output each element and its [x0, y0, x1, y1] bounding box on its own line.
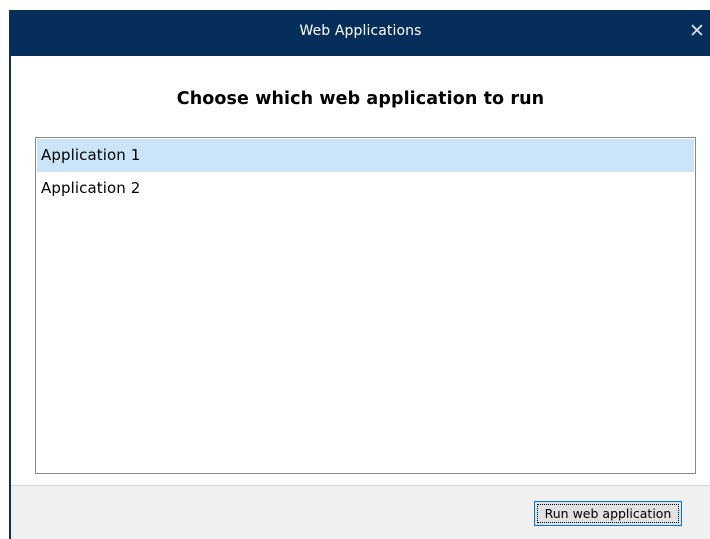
web-applications-dialog: Web Applications ✕ Choose which web appl… — [9, 10, 710, 539]
close-icon[interactable]: ✕ — [688, 22, 706, 42]
list-item-application-2[interactable]: Application 2 — [37, 172, 694, 205]
title-bar: Web Applications ✕ — [11, 10, 710, 56]
window-title: Web Applications — [299, 23, 422, 39]
dialog-heading: Choose which web application to run — [176, 89, 545, 109]
dialog-footer: Run web application — [11, 485, 710, 539]
list-item-application-1[interactable]: Application 1 — [37, 139, 694, 172]
run-web-application-label: Run web application — [544, 505, 672, 521]
web-application-list[interactable]: Application 1 Application 2 — [35, 137, 696, 474]
run-web-application-button[interactable]: Run web application — [534, 501, 682, 526]
